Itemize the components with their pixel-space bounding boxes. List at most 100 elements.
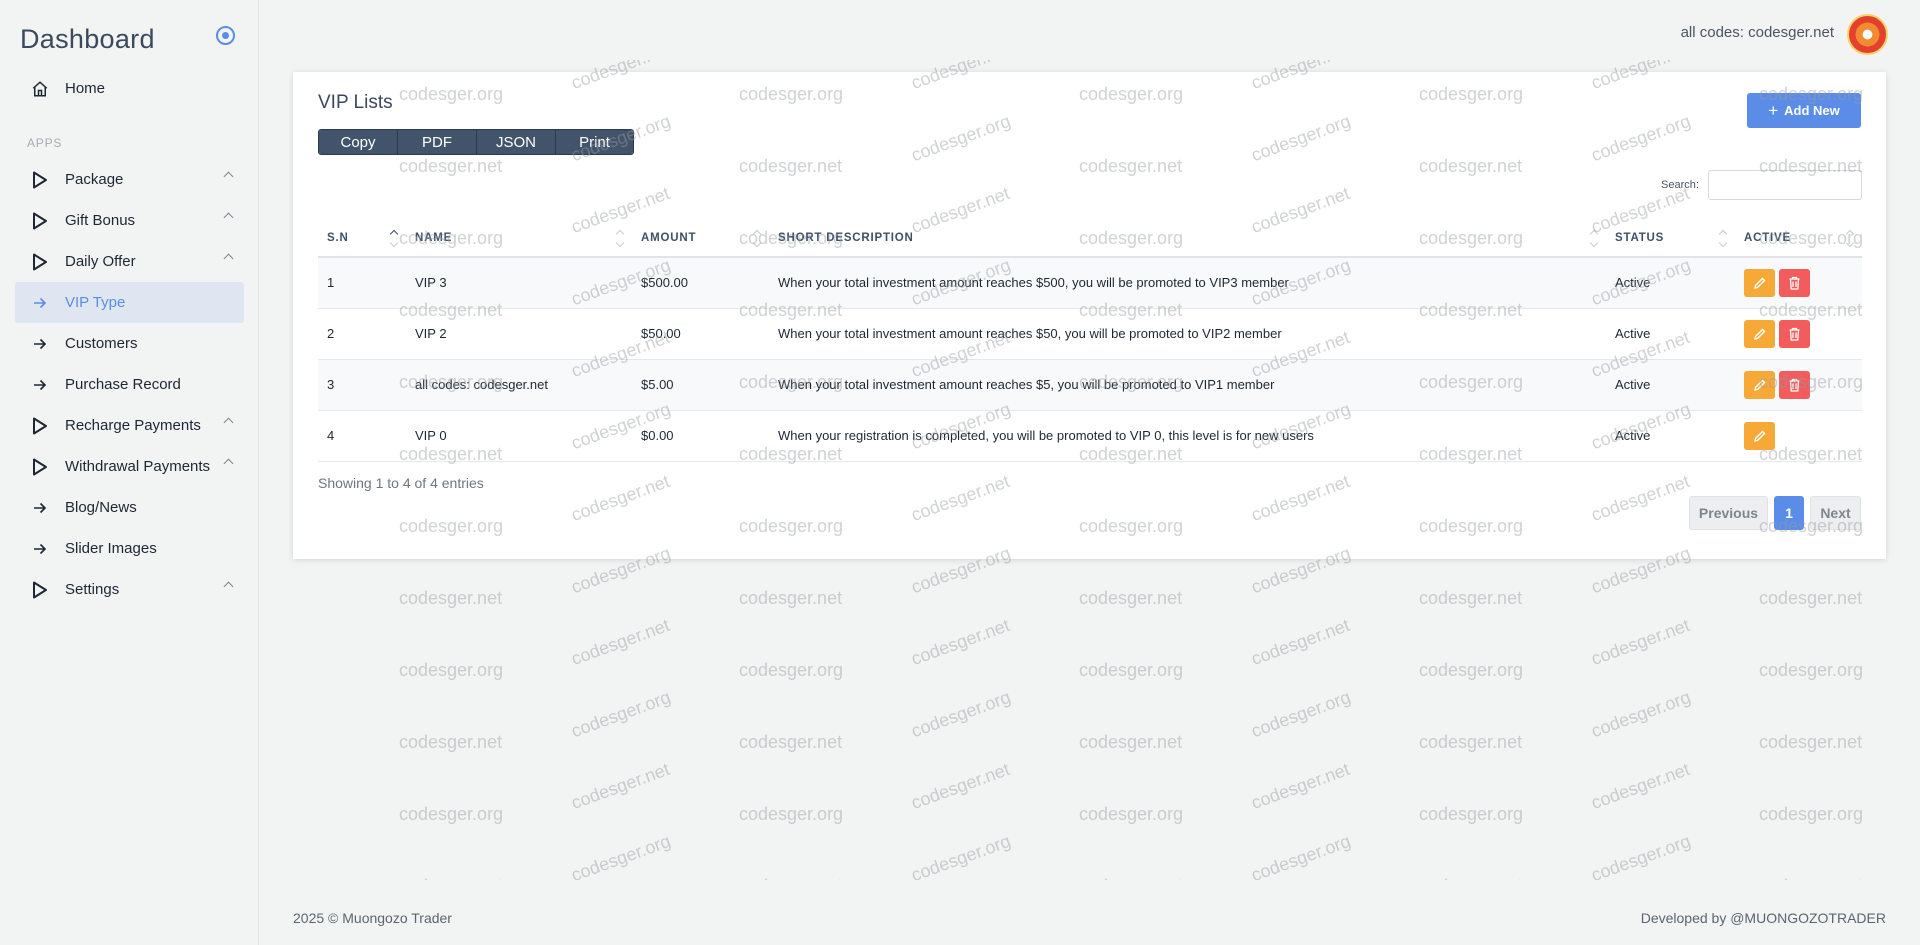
table-info: Showing 1 to 4 of 4 entries [318, 475, 484, 491]
chevron-up-icon[interactable] [223, 253, 234, 264]
cell-amount: $5.00 [632, 359, 769, 411]
cell-actions [1735, 308, 1862, 360]
next-button[interactable]: Next [1810, 496, 1861, 530]
cell-actions [1735, 359, 1862, 411]
sort-icon [390, 229, 398, 247]
sidebar-item-withdrawal-payments[interactable]: Withdrawal Payments [15, 446, 244, 487]
play-icon [15, 458, 65, 476]
watermark-text: codesger.org [568, 686, 674, 742]
trash-icon [1789, 276, 1800, 290]
watermark-text: codesger.net [399, 876, 502, 880]
delete-button[interactable] [1779, 268, 1810, 297]
cell-desc: When your total investment amount reache… [769, 359, 1606, 411]
edit-button[interactable] [1744, 421, 1775, 450]
card-title: VIP Lists [318, 92, 393, 113]
pencil-icon [1753, 430, 1765, 442]
cell-sn: 1 [318, 257, 406, 309]
sidebar: Dashboard Home APPS Package Gift Bonus Dai… [0, 0, 259, 945]
previous-button[interactable]: Previous [1689, 496, 1768, 530]
table-header-row: S.N NAME AMOUNT SHORT DESCRIPTION STATUS… [318, 220, 1862, 258]
sidebar-toggle-icon[interactable] [216, 26, 235, 45]
cell-amount: $500.00 [632, 257, 769, 309]
watermark-text: codesger.org [1759, 660, 1864, 680]
cell-sn: 2 [318, 308, 406, 360]
table-row: 4 VIP 0 $0.00 When your registration is com… [318, 410, 1862, 462]
watermark-text: codesger.org [1079, 660, 1184, 680]
sidebar-item-gift-bonus[interactable]: Gift Bonus [15, 200, 244, 241]
delete-button[interactable] [1779, 370, 1810, 399]
watermark-text: codesger.org [1419, 804, 1524, 824]
cell-status: Active [1606, 257, 1735, 309]
watermark-text: codesger.net [908, 615, 1013, 670]
add-new-button[interactable]: + Add New [1747, 93, 1861, 128]
page-1-button[interactable]: 1 [1774, 496, 1804, 530]
edit-button[interactable] [1744, 268, 1775, 297]
add-new-label: Add New [1784, 103, 1840, 118]
sort-icon [753, 229, 761, 247]
brand-title[interactable]: Dashboard [20, 24, 155, 55]
pdf-button[interactable]: PDF [398, 130, 477, 154]
sidebar-item-customers[interactable]: Customers [15, 323, 244, 364]
sidebar-item-label: VIP Type [65, 294, 126, 311]
print-button[interactable]: Print [556, 130, 633, 154]
column-header-sn[interactable]: S.N [318, 220, 406, 258]
sidebar-item-daily-offer[interactable]: Daily Offer [15, 241, 244, 282]
cell-name: VIP 2 [406, 308, 632, 360]
edit-button[interactable] [1744, 370, 1775, 399]
sidebar-item-package[interactable]: Package [15, 159, 244, 200]
column-header-amount[interactable]: AMOUNT [632, 220, 769, 258]
table-row: 3 all codes: codesger.net $5.00 When your t… [318, 359, 1862, 411]
watermark-text: codesger.org [739, 804, 844, 824]
chevron-up-icon[interactable] [223, 458, 234, 469]
export-button-group: Copy PDF JSON Print [318, 129, 634, 155]
table-row: 2 VIP 2 $50.00 When your total investment a… [318, 308, 1862, 360]
chevron-up-icon[interactable] [223, 417, 234, 428]
sidebar-item-blog-news[interactable]: Blog/News [15, 487, 244, 528]
watermark-text: codesger.net [1248, 759, 1353, 814]
avatar[interactable] [1847, 14, 1888, 55]
sidebar-item-purchase-record[interactable]: Purchase Record [15, 364, 244, 405]
watermark-text: codesger.net [1079, 876, 1182, 880]
cell-sn: 4 [318, 410, 406, 462]
play-icon [15, 581, 65, 599]
chevron-up-icon[interactable] [223, 171, 234, 182]
sidebar-item-slider-images[interactable]: Slider Images [15, 528, 244, 569]
column-header-status[interactable]: STATUS [1606, 220, 1735, 258]
watermark-text: codesger.org [1419, 660, 1524, 680]
sidebar-item-label: Gift Bonus [65, 212, 136, 229]
footer-copyright: 2025 © Muongozo Trader [293, 910, 452, 926]
watermark-text: codesger.org [1248, 686, 1354, 742]
chevron-up-icon[interactable] [223, 581, 234, 592]
sidebar-item-settings[interactable]: Settings [15, 569, 244, 610]
watermark-text: codesger.net [739, 588, 843, 608]
watermark-text: codesger.net [1588, 759, 1693, 814]
sidebar-item-vip-type[interactable]: VIP Type [15, 282, 244, 323]
arrow-right-icon [15, 337, 65, 351]
column-header-description[interactable]: SHORT DESCRIPTION [769, 220, 1606, 258]
watermark-text: codesger.org [1079, 804, 1184, 824]
delete-button[interactable] [1779, 319, 1810, 348]
column-header-active[interactable]: ACTIVE [1735, 220, 1862, 258]
watermark-text: codesger.org [739, 660, 844, 680]
sidebar-item-recharge-payments[interactable]: Recharge Payments [15, 405, 244, 446]
arrow-right-icon [15, 501, 65, 515]
cell-name: all codes: codesger.net [406, 359, 632, 411]
search-input[interactable] [1708, 170, 1862, 200]
json-button[interactable]: JSON [477, 130, 556, 154]
copy-button[interactable]: Copy [319, 130, 398, 154]
sidebar-item-label: Withdrawal Payments [65, 458, 211, 475]
edit-button[interactable] [1744, 319, 1775, 348]
watermark-text: codesger.net [739, 876, 842, 880]
sidebar-item-label: Package [65, 171, 124, 188]
sidebar-item-label: Settings [65, 581, 120, 598]
sidebar-item-home[interactable]: Home [15, 68, 244, 109]
sort-icon [1590, 229, 1598, 247]
watermark-text: codesger.org [908, 686, 1014, 742]
chevron-up-icon[interactable] [223, 212, 234, 223]
play-icon [15, 417, 65, 435]
header-site-text: all codes: codesger.net [1680, 24, 1834, 41]
cell-actions [1735, 410, 1862, 462]
sidebar-item-label: Daily Offer [65, 253, 136, 270]
column-header-name[interactable]: NAME [406, 220, 632, 258]
trash-icon [1789, 378, 1800, 392]
